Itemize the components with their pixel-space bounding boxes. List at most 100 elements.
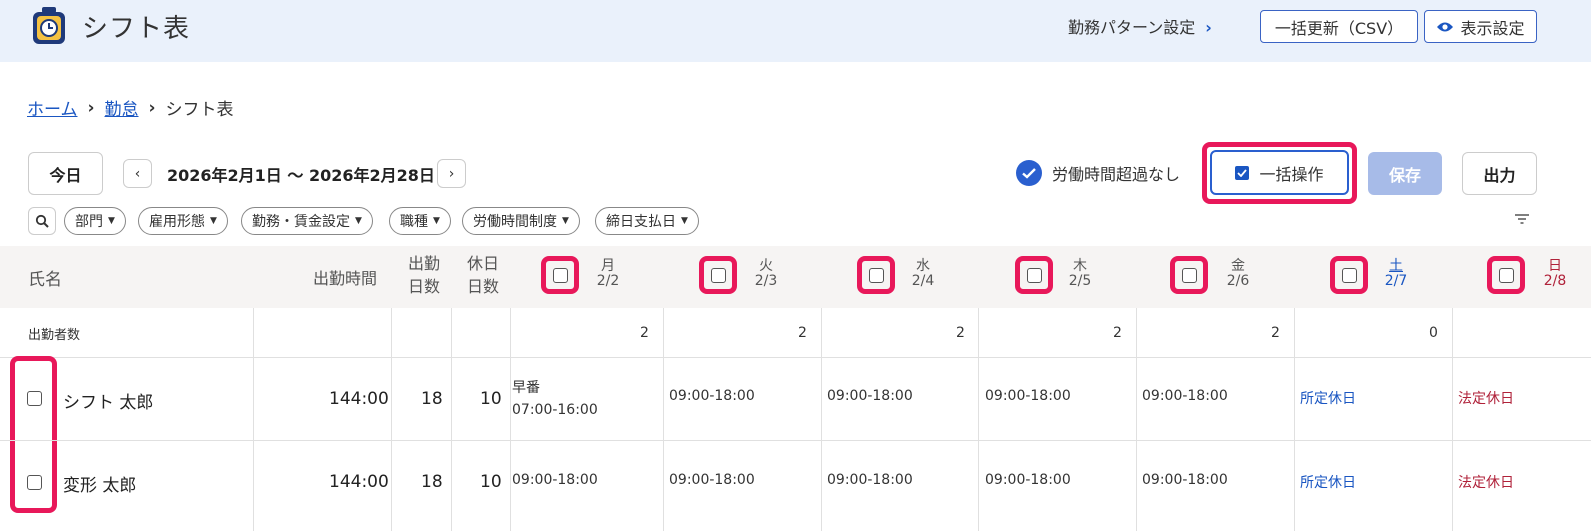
work-pattern-settings-link[interactable]: 勤務パターン設定 › (1068, 14, 1212, 38)
shift-cell[interactable]: 09:00-18:00 (669, 388, 755, 404)
day-header: 木 2/5 (1062, 259, 1098, 289)
search-button[interactable] (28, 207, 56, 235)
shift-cell[interactable]: 09:00-18:00 (512, 472, 598, 488)
overtime-status-label: 労働時間超過なし (1052, 165, 1181, 184)
day-select-checkbox[interactable] (1487, 256, 1525, 294)
today-button[interactable]: 今日 (28, 152, 103, 195)
caret-down-icon: ▼ (562, 216, 569, 226)
day-date: 2/6 (1226, 273, 1250, 289)
row-select-checkbox[interactable] (22, 389, 46, 407)
shift-cell[interactable]: 09:00-18:00 (1142, 472, 1228, 488)
filter-label: 雇用形態 (149, 214, 205, 230)
shift-time: 07:00-16:00 (512, 402, 598, 418)
day-date: 2/3 (754, 273, 778, 289)
shift-cell-legal-holiday[interactable]: 法定休日 (1458, 472, 1514, 492)
shift-cell[interactable]: 09:00-18:00 (669, 472, 755, 488)
filter-label: 部門 (75, 214, 103, 230)
checkbox[interactable] (26, 474, 42, 490)
save-button[interactable]: 保存 (1368, 152, 1442, 195)
day-header: 月 2/2 (590, 259, 626, 289)
day-weekday: 火 (759, 258, 773, 274)
off-days: 10 (480, 389, 502, 409)
employee-name[interactable]: シフト 太郎 (63, 388, 153, 413)
shift-cell[interactable]: 09:00-18:00 (827, 472, 913, 488)
day-header-saturday: 土 2/7 (1378, 259, 1414, 289)
filter-label: 締日支払日 (606, 214, 676, 230)
shift-cell-prescribed-holiday[interactable]: 所定休日 (1300, 472, 1356, 492)
day-date: 2/7 (1384, 273, 1408, 289)
breadcrumb-home-link[interactable]: ホーム (27, 95, 78, 120)
prev-period-button[interactable]: ‹ (123, 159, 152, 188)
filter-icon[interactable] (1514, 213, 1530, 225)
filter-employment-type[interactable]: 雇用形態 ▼ (138, 207, 228, 235)
day-select-checkbox[interactable] (857, 256, 895, 294)
bulk-operation-toggle[interactable]: 一括操作 (1210, 150, 1349, 195)
day-date: 2/2 (596, 273, 620, 289)
filter-wage-settings[interactable]: 勤務・賃金設定 ▼ (241, 207, 373, 235)
filter-working-hours-system[interactable]: 労働時間制度 ▼ (462, 207, 580, 235)
output-button[interactable]: 出力 (1462, 152, 1537, 195)
day-select-checkbox[interactable] (541, 256, 579, 294)
overtime-status: 労働時間超過なし (1016, 160, 1180, 186)
breadcrumb-attendance-link[interactable]: 勤怠 (105, 95, 139, 120)
shift-cell-legal-holiday[interactable]: 法定休日 (1458, 388, 1514, 408)
shift-name: 早番 (512, 380, 540, 396)
day-header-sunday: 日 2/8 (1540, 259, 1570, 289)
filter-label: 労働時間制度 (473, 214, 557, 230)
shift-cell[interactable]: 09:00-18:00 (1142, 388, 1228, 404)
filter-department[interactable]: 部門 ▼ (64, 207, 126, 235)
employee-name[interactable]: 変形 太郎 (63, 471, 136, 496)
day-select-checkbox[interactable] (1330, 256, 1368, 294)
checkbox[interactable] (1026, 267, 1042, 283)
filter-closing-payday[interactable]: 締日支払日 ▼ (595, 207, 699, 235)
shift-cell[interactable]: 早番 07:00-16:00 (512, 377, 598, 418)
filter-job-type[interactable]: 職種 ▼ (389, 207, 451, 235)
attendee-count-row (0, 308, 1591, 358)
header-off-days-line1: 休日 (466, 254, 499, 273)
day-weekday: 土 (1389, 258, 1403, 274)
filter-label: 職種 (400, 214, 428, 230)
day-header: 水 2/4 (905, 259, 941, 289)
checkbox[interactable] (552, 267, 568, 283)
day-header: 金 2/6 (1220, 259, 1256, 289)
header-work-days: 出勤 日数 (405, 252, 443, 298)
breadcrumb: ホーム › 勤怠 › シフト表 (27, 95, 234, 121)
search-icon (35, 214, 49, 228)
day-select-checkbox[interactable] (1170, 256, 1208, 294)
checkbox[interactable] (868, 267, 884, 283)
display-settings-button[interactable]: 表示設定 (1424, 10, 1537, 43)
header-name: 氏名 (28, 270, 62, 290)
shift-cell[interactable]: 09:00-18:00 (985, 388, 1071, 404)
caret-down-icon: ▼ (355, 216, 362, 226)
chevron-right-icon: › (87, 97, 95, 118)
row-select-checkbox[interactable] (22, 473, 46, 491)
day-weekday: 日 (1548, 258, 1562, 274)
day-select-checkbox[interactable] (699, 256, 737, 294)
breadcrumb-current: シフト表 (165, 100, 234, 120)
header-work-days-line1: 出勤 (407, 254, 440, 273)
timer-icon (33, 7, 65, 44)
shift-time: 09:00-18:00 (512, 472, 598, 488)
next-period-button[interactable]: › (437, 159, 466, 188)
chevron-right-icon: › (148, 97, 156, 118)
day-weekday: 金 (1231, 258, 1245, 274)
chevron-right-icon: › (448, 165, 455, 182)
shift-cell[interactable]: 09:00-18:00 (985, 472, 1071, 488)
shift-cell-prescribed-holiday[interactable]: 所定休日 (1300, 388, 1356, 408)
header-work-time: 出勤時間 (313, 269, 378, 288)
caret-down-icon: ▼ (433, 216, 440, 226)
checkbox[interactable] (26, 390, 42, 406)
bulk-update-csv-button[interactable]: 一括更新（CSV） (1260, 10, 1418, 43)
attendee-count: 2 (1113, 325, 1122, 341)
attendee-count: 2 (798, 325, 807, 341)
day-weekday: 水 (916, 258, 930, 274)
header-off-days-line2: 日数 (466, 277, 499, 296)
checkbox[interactable] (710, 267, 726, 283)
shift-cell[interactable]: 09:00-18:00 (827, 388, 913, 404)
caret-down-icon: ▼ (681, 216, 688, 226)
checkbox[interactable] (1341, 267, 1357, 283)
work-days: 18 (421, 389, 443, 409)
checkbox[interactable] (1498, 267, 1514, 283)
checkbox[interactable] (1181, 267, 1197, 283)
day-select-checkbox[interactable] (1015, 256, 1053, 294)
